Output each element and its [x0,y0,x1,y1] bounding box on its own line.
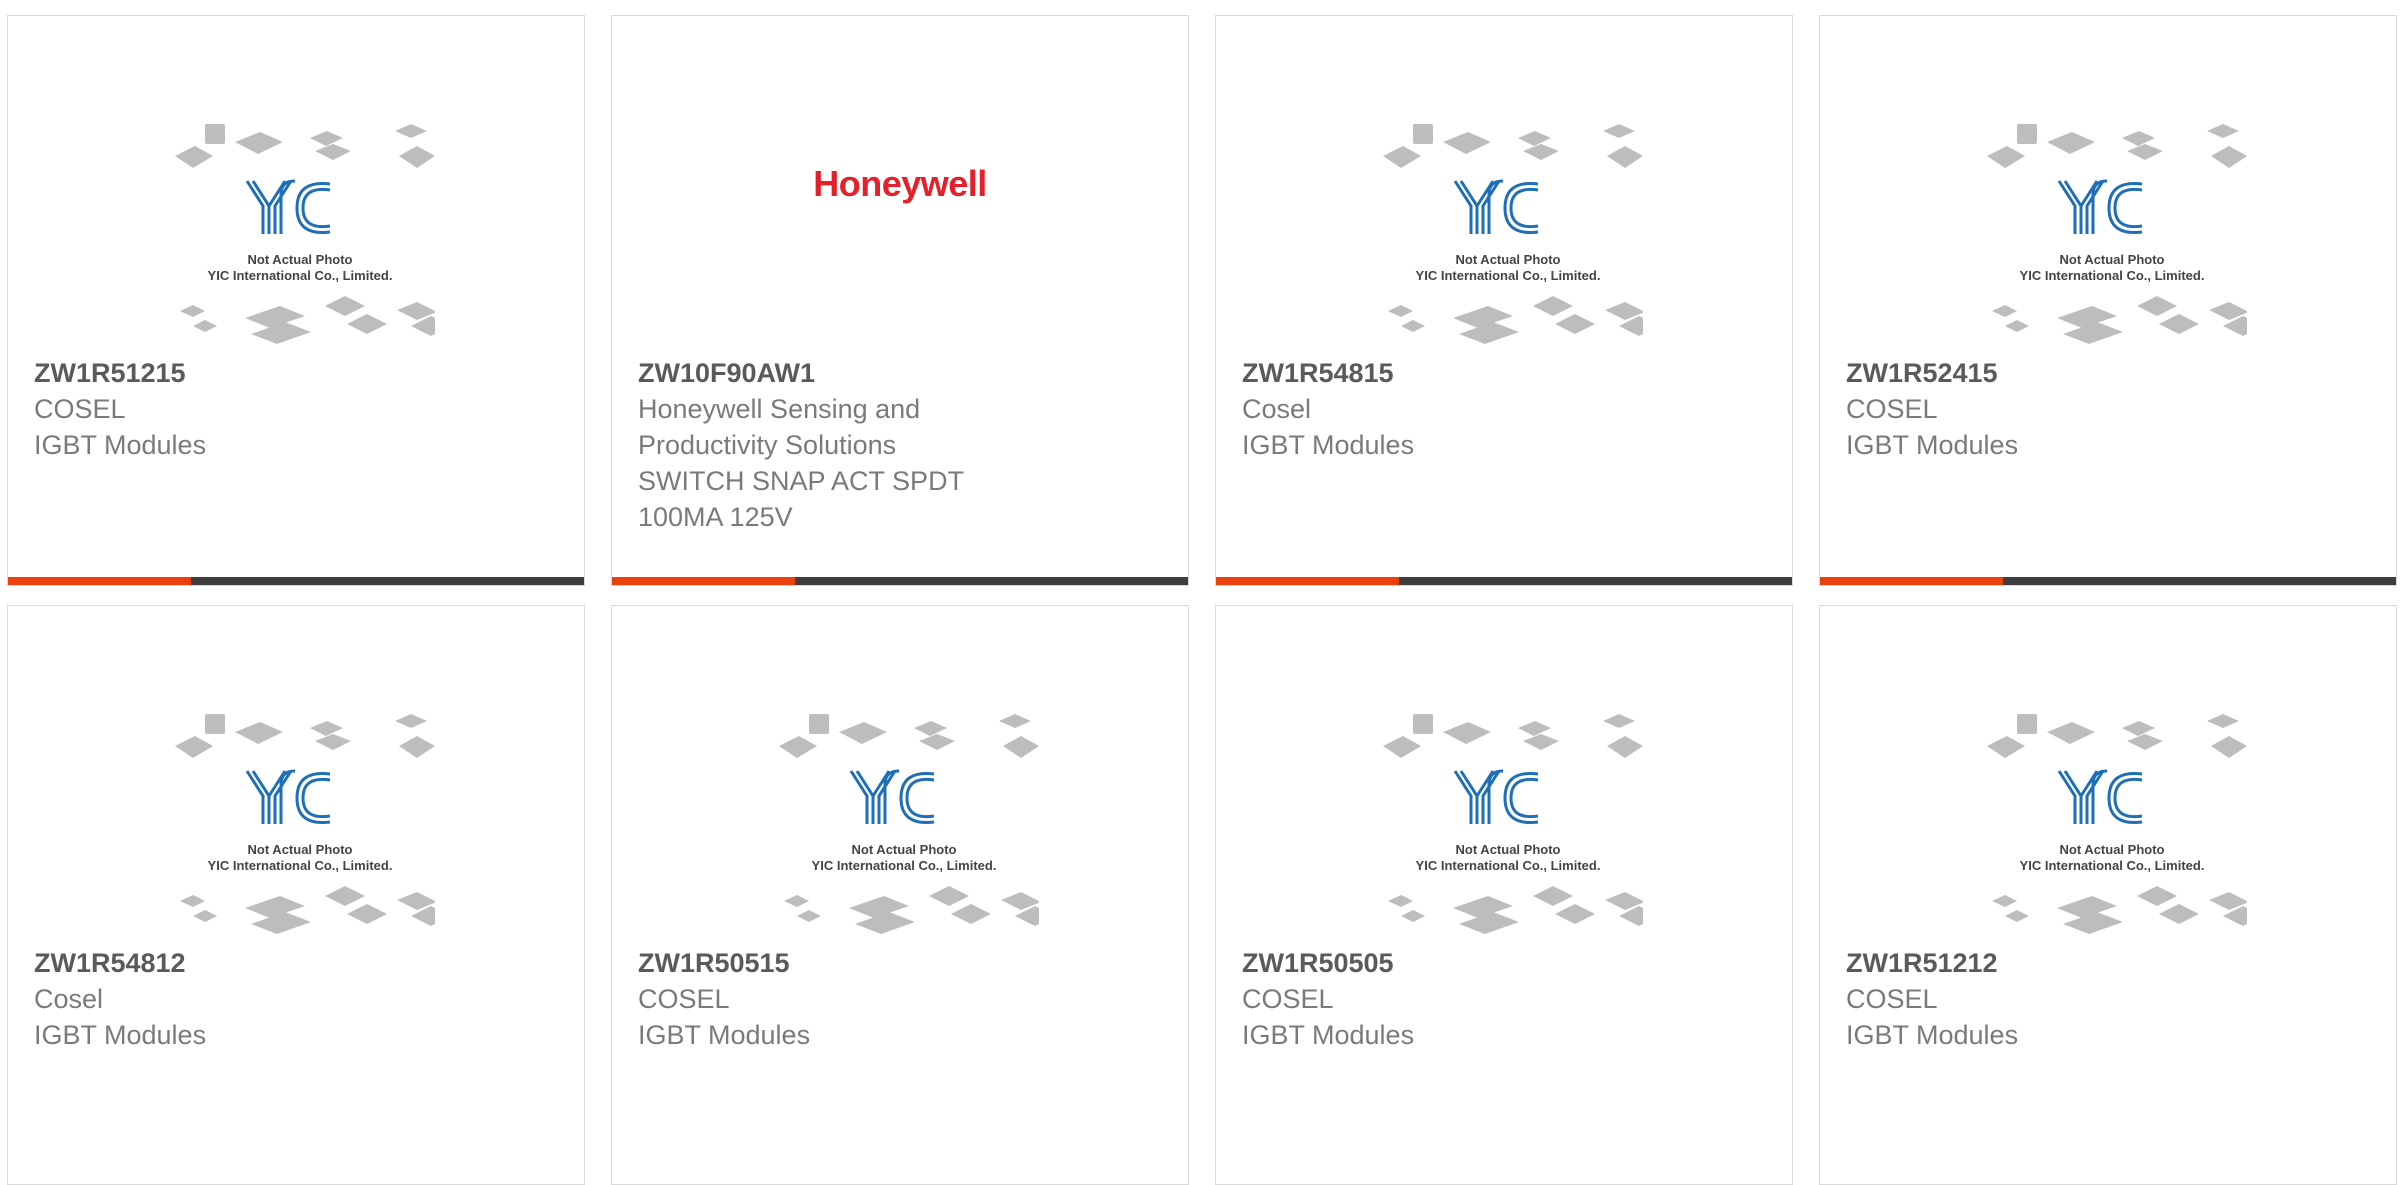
card-bottom-bar [612,577,1188,585]
product-info: ZW1R50515 COSEL IGBT Modules [638,945,1168,1053]
product-card[interactable]: Not Actual Photo YIC International Co., … [1819,605,2397,1185]
description: IGBT Modules [638,1020,811,1050]
product-image[interactable]: Not Actual Photo YIC International Co., … [1820,606,2396,936]
part-number[interactable]: ZW1R54815 [1242,355,1772,391]
card-bottom-bar [1820,577,2396,585]
product-info: ZW1R50505 COSEL IGBT Modules [1242,945,1772,1053]
description-line1: SWITCH SNAP ACT SPDT [638,466,965,496]
product-card[interactable]: Not Actual Photo YIC International Co., … [7,15,585,586]
placeholder-line1: Not Actual Photo [1456,842,1561,857]
yic-logo-icon [849,769,935,824]
description: IGBT Modules [1242,1020,1415,1050]
product-image[interactable]: Honeywell [612,16,1188,346]
not-actual-photo-placeholder: Not Actual Photo YIC International Co., … [1987,124,2247,344]
placeholder-line2: YIC International Co., Limited. [1416,268,1601,283]
product-image[interactable]: Not Actual Photo YIC International Co., … [612,606,1188,936]
product-info: ZW1R51212 COSEL IGBT Modules [1846,945,2376,1053]
placeholder-line1: Not Actual Photo [248,252,353,267]
yic-logo-icon [245,769,331,824]
part-number[interactable]: ZW1R51212 [1846,945,2376,981]
manufacturer: COSEL [1242,984,1334,1014]
placeholder-line2: YIC International Co., Limited. [1416,858,1601,873]
product-image[interactable]: Not Actual Photo YIC International Co., … [1216,16,1792,346]
product-image[interactable]: Not Actual Photo YIC International Co., … [1216,606,1792,936]
product-info: ZW1R54812 Cosel IGBT Modules [34,945,564,1053]
product-card[interactable]: Not Actual Photo YIC International Co., … [1215,15,1793,586]
product-info: ZW10F90AW1 Honeywell Sensing and Product… [638,355,1168,535]
yic-logo-icon [1453,769,1539,824]
manufacturer: COSEL [1846,984,1938,1014]
yic-logo-icon [2057,769,2143,824]
placeholder-line1: Not Actual Photo [248,842,353,857]
part-number[interactable]: ZW10F90AW1 [638,355,1168,391]
yic-logo-icon [245,179,331,234]
product-image[interactable]: Not Actual Photo YIC International Co., … [1820,16,2396,346]
placeholder-line2: YIC International Co., Limited. [2020,268,2205,283]
manufacturer-line1: Honeywell Sensing and [638,394,921,424]
placeholder-line2: YIC International Co., Limited. [812,858,997,873]
manufacturer: COSEL [34,394,126,424]
placeholder-line2: YIC International Co., Limited. [208,858,393,873]
description: IGBT Modules [34,1020,207,1050]
not-actual-photo-placeholder: Not Actual Photo YIC International Co., … [175,124,435,344]
description: IGBT Modules [34,430,207,460]
not-actual-photo-placeholder: Not Actual Photo YIC International Co., … [175,714,435,934]
manufacturer: COSEL [1846,394,1938,424]
yic-logo-icon [1453,179,1539,234]
not-actual-photo-placeholder: Not Actual Photo YIC International Co., … [1383,714,1643,934]
not-actual-photo-placeholder: Not Actual Photo YIC International Co., … [1987,714,2247,934]
product-info: ZW1R54815 Cosel IGBT Modules [1242,355,1772,463]
manufacturer: Cosel [1242,394,1312,424]
product-image[interactable]: Not Actual Photo YIC International Co., … [8,16,584,346]
card-bottom-bar [8,577,584,585]
part-number[interactable]: ZW1R52415 [1846,355,2376,391]
description: IGBT Modules [1846,1020,2019,1050]
not-actual-photo-placeholder: Not Actual Photo YIC International Co., … [1383,124,1643,344]
description-line2: 100MA 125V [638,502,793,532]
product-image[interactable]: Not Actual Photo YIC International Co., … [8,606,584,936]
part-number[interactable]: ZW1R51215 [34,355,564,391]
part-number[interactable]: ZW1R54812 [34,945,564,981]
description: IGBT Modules [1242,430,1415,460]
product-card[interactable]: Not Actual Photo YIC International Co., … [7,605,585,1185]
placeholder-line2: YIC International Co., Limited. [208,268,393,283]
product-info: ZW1R52415 COSEL IGBT Modules [1846,355,2376,463]
product-info: ZW1R51215 COSEL IGBT Modules [34,355,564,463]
card-bottom-bar [1216,577,1792,585]
product-card[interactable]: Not Actual Photo YIC International Co., … [611,605,1189,1185]
part-number[interactable]: ZW1R50515 [638,945,1168,981]
product-card[interactable]: Not Actual Photo YIC International Co., … [1819,15,2397,586]
honeywell-logo: Honeywell [813,163,987,204]
card-accent-bar [8,577,191,585]
placeholder-line1: Not Actual Photo [1456,252,1561,267]
card-accent-bar [1216,577,1399,585]
placeholder-line2: YIC International Co., Limited. [2020,858,2205,873]
description: IGBT Modules [1846,430,2019,460]
card-accent-bar [612,577,795,585]
not-actual-photo-placeholder: Not Actual Photo YIC International Co., … [779,714,1039,934]
placeholder-line1: Not Actual Photo [852,842,957,857]
manufacturer: Cosel [34,984,104,1014]
manufacturer: COSEL [638,984,730,1014]
yic-logo-icon [2057,179,2143,234]
placeholder-line1: Not Actual Photo [2060,252,2165,267]
manufacturer-line2: Productivity Solutions [638,430,897,460]
part-number[interactable]: ZW1R50505 [1242,945,1772,981]
placeholder-line1: Not Actual Photo [2060,842,2165,857]
product-card[interactable]: Not Actual Photo YIC International Co., … [1215,605,1793,1185]
product-card[interactable]: Honeywell ZW10F90AW1 Honeywell Sensing a… [611,15,1189,586]
card-accent-bar [1820,577,2003,585]
product-grid: Not Actual Photo YIC International Co., … [0,0,2400,1185]
